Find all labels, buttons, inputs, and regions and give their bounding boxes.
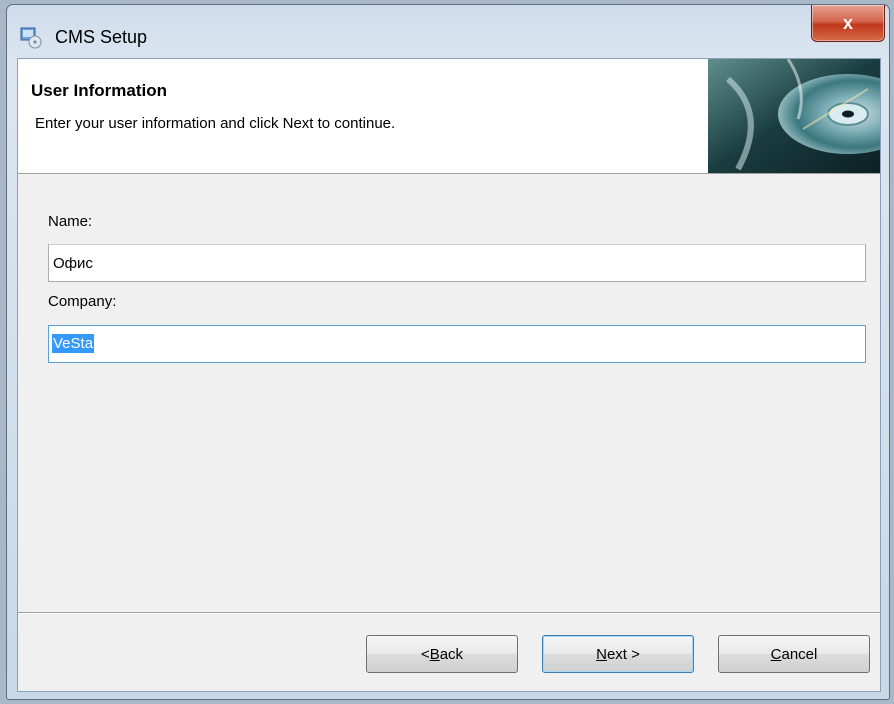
setup-app-icon — [20, 27, 42, 49]
header-panel: User Information Enter your user informa… — [18, 59, 880, 174]
cd-disc-banner-icon — [708, 59, 880, 173]
close-button[interactable]: x — [811, 5, 885, 42]
back-button-label: ack — [439, 645, 464, 663]
window-title: CMS Setup — [55, 27, 148, 47]
company-label: Company: — [48, 293, 117, 310]
button-divider — [18, 612, 880, 614]
next-button[interactable]: Next > — [542, 635, 694, 673]
title-bar[interactable]: CMS Setup x — [7, 5, 889, 61]
page-title: User Information — [31, 81, 168, 100]
back-button-accel: B — [429, 645, 440, 663]
next-button-label: ext > — [606, 645, 640, 663]
cancel-button-label: ancel — [781, 645, 818, 663]
page-subtitle: Enter your user information and click Ne… — [35, 115, 396, 132]
cancel-button[interactable]: Cancel — [718, 635, 870, 673]
name-label: Name: — [48, 213, 93, 230]
back-button[interactable]: < Back — [366, 635, 518, 673]
company-field-value: VeSta — [52, 334, 95, 353]
name-field[interactable] — [48, 244, 866, 282]
company-field[interactable]: VeSta — [48, 325, 866, 363]
close-icon: x — [842, 12, 853, 33]
setup-window: CMS Setup x User Information Enter your … — [6, 4, 890, 700]
back-button-prefix: < — [420, 645, 430, 663]
next-button-accel: N — [596, 645, 607, 663]
cancel-button-accel: C — [770, 645, 782, 663]
dialog-client-area: User Information Enter your user informa… — [17, 58, 881, 692]
